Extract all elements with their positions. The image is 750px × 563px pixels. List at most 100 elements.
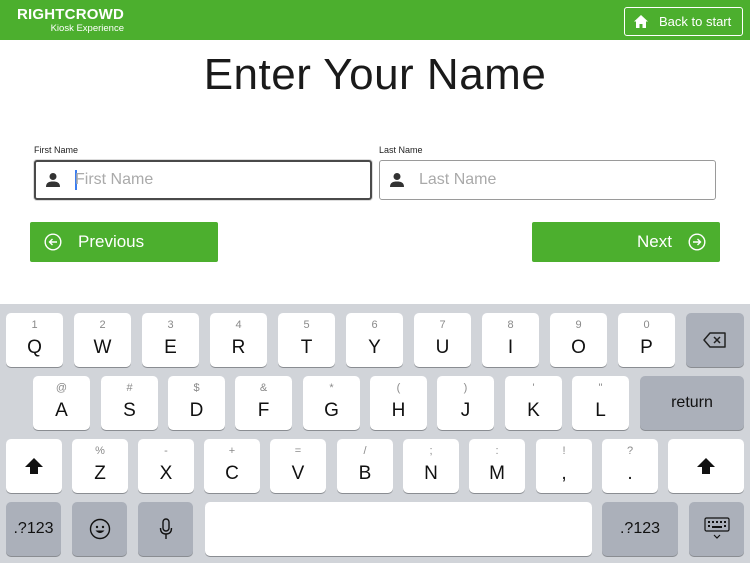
back-to-start-button[interactable]: Back to start <box>624 7 743 36</box>
arrow-right-circle-icon <box>688 233 706 251</box>
key-5-row2[interactable]: (H <box>370 376 427 430</box>
key-primary-char: I <box>507 337 514 358</box>
first-name-label: First Name <box>34 145 79 155</box>
onscreen-keyboard: return .?123 .?123 1 Q 2 W 3 E 4 R 5 T 6 Y 7 U 8 I 9 O 0 P @… <box>0 304 750 563</box>
next-button[interactable]: Next <box>532 222 720 262</box>
person-icon <box>46 173 60 187</box>
key-8-row2[interactable]: " L <box>572 376 629 430</box>
first-name-input[interactable] <box>75 171 335 189</box>
return-key-label: return <box>671 394 713 411</box>
key-secondary-char: # <box>126 382 133 394</box>
key-1-row2[interactable]: # S <box>101 376 158 430</box>
key-primary-char: V <box>291 463 305 484</box>
arrow-left-circle-icon <box>44 233 62 251</box>
numbers-key-right[interactable]: .?123 <box>602 502 678 556</box>
previous-button[interactable]: Previous <box>30 222 218 262</box>
key-0-row2[interactable]: @ A <box>33 376 90 430</box>
shift-key-left[interactable] <box>6 439 62 493</box>
key-primary-char: K <box>527 400 540 421</box>
key-8-row1[interactable]: 9O <box>550 313 607 367</box>
key-secondary-char: ? <box>626 445 634 457</box>
key-secondary-char: ; <box>429 445 433 457</box>
last-name-field[interactable] <box>379 160 716 200</box>
previous-label: Previous <box>78 232 145 251</box>
key-primary-char: G <box>324 400 339 421</box>
person-icon <box>390 173 404 187</box>
key-5-row3[interactable]: ; N <box>403 439 459 493</box>
key-2-row3[interactable]: + C <box>204 439 260 493</box>
key-secondary-char: 2 <box>99 319 106 331</box>
key-4-row3[interactable]: / B <box>337 439 393 493</box>
key-secondary-char: " <box>598 382 603 394</box>
key-secondary-char: - <box>164 445 168 457</box>
key-primary-char: B <box>358 463 372 484</box>
key-6-row1[interactable]: 7U <box>414 313 471 367</box>
key-secondary-char: 4 <box>235 319 242 331</box>
key-primary-char: Y <box>368 337 381 358</box>
key-secondary-char: 5 <box>303 319 310 331</box>
key-primary-char: Q <box>27 337 42 358</box>
logo-sub-text: Kiosk Experience <box>50 23 124 34</box>
key-0-row3[interactable]: % Z <box>72 439 128 493</box>
key-primary-char: O <box>571 337 586 358</box>
key-4-row2[interactable]: * G <box>303 376 360 430</box>
key-1-row3[interactable]: -X <box>138 439 194 493</box>
key-secondary-char: & <box>259 382 268 394</box>
key-7-row2[interactable]: ' K <box>505 376 562 430</box>
key-7-row3[interactable]: !, <box>536 439 592 493</box>
next-label: Next <box>637 232 672 251</box>
numbers-key-label: .?123 <box>13 520 54 537</box>
key-4-row1[interactable]: 5T <box>278 313 335 367</box>
space-key[interactable] <box>205 502 592 556</box>
key-primary-char: J <box>460 400 471 421</box>
key-primary-char: . <box>627 463 633 484</box>
key-primary-char: W <box>93 337 112 358</box>
numbers-key-label: .?123 <box>619 520 661 537</box>
shift-key-right[interactable] <box>668 439 744 493</box>
key-primary-char: A <box>55 400 68 421</box>
home-icon <box>634 15 648 28</box>
shift-icon <box>697 458 715 474</box>
key-2-row2[interactable]: $ D <box>168 376 225 430</box>
key-6-row3[interactable]: :M <box>469 439 525 493</box>
backspace-icon <box>703 332 726 348</box>
page-title: Enter Your Name <box>203 50 547 99</box>
logo-main-text: RIGHTCROWD <box>17 6 124 23</box>
key-3-row1[interactable]: 4R <box>210 313 267 367</box>
last-name-input[interactable] <box>419 171 679 189</box>
key-primary-char: Z <box>94 463 106 484</box>
key-3-row3[interactable]: = V <box>270 439 326 493</box>
key-secondary-char: 3 <box>167 319 174 331</box>
key-9-row1[interactable]: 0P <box>618 313 675 367</box>
shift-icon <box>25 458 43 474</box>
emoji-icon <box>89 518 110 540</box>
key-primary-char: , <box>561 463 567 484</box>
key-primary-char: T <box>300 337 313 358</box>
key-secondary-char: % <box>95 445 105 457</box>
key-0-row1[interactable]: 1Q <box>6 313 63 367</box>
key-2-row1[interactable]: 3E <box>142 313 199 367</box>
key-primary-char: N <box>424 463 438 484</box>
hide-keyboard-key[interactable] <box>689 502 744 556</box>
key-3-row2[interactable]: & F <box>235 376 292 430</box>
key-secondary-char: 7 <box>439 319 446 331</box>
key-secondary-char: ( <box>396 382 401 394</box>
return-key[interactable]: return <box>640 376 744 430</box>
key-5-row1[interactable]: 6Y <box>346 313 403 367</box>
key-7-row1[interactable]: 8I <box>482 313 539 367</box>
numbers-key-left[interactable]: .?123 <box>6 502 61 556</box>
key-secondary-char: 8 <box>507 319 514 331</box>
key-primary-char: D <box>189 400 204 421</box>
key-8-row3[interactable]: ?. <box>602 439 658 493</box>
key-secondary-char: + <box>228 445 236 457</box>
key-secondary-char: $ <box>193 382 200 394</box>
backspace-key[interactable] <box>686 313 744 367</box>
dictation-key[interactable] <box>138 502 193 556</box>
key-secondary-char: * <box>329 382 334 394</box>
key-6-row2[interactable]: ) J <box>437 376 494 430</box>
back-to-start-label: Back to start <box>659 14 732 29</box>
emoji-key[interactable] <box>72 502 127 556</box>
key-primary-char: P <box>640 337 653 358</box>
key-1-row1[interactable]: 2W <box>74 313 131 367</box>
first-name-field[interactable] <box>34 160 372 200</box>
